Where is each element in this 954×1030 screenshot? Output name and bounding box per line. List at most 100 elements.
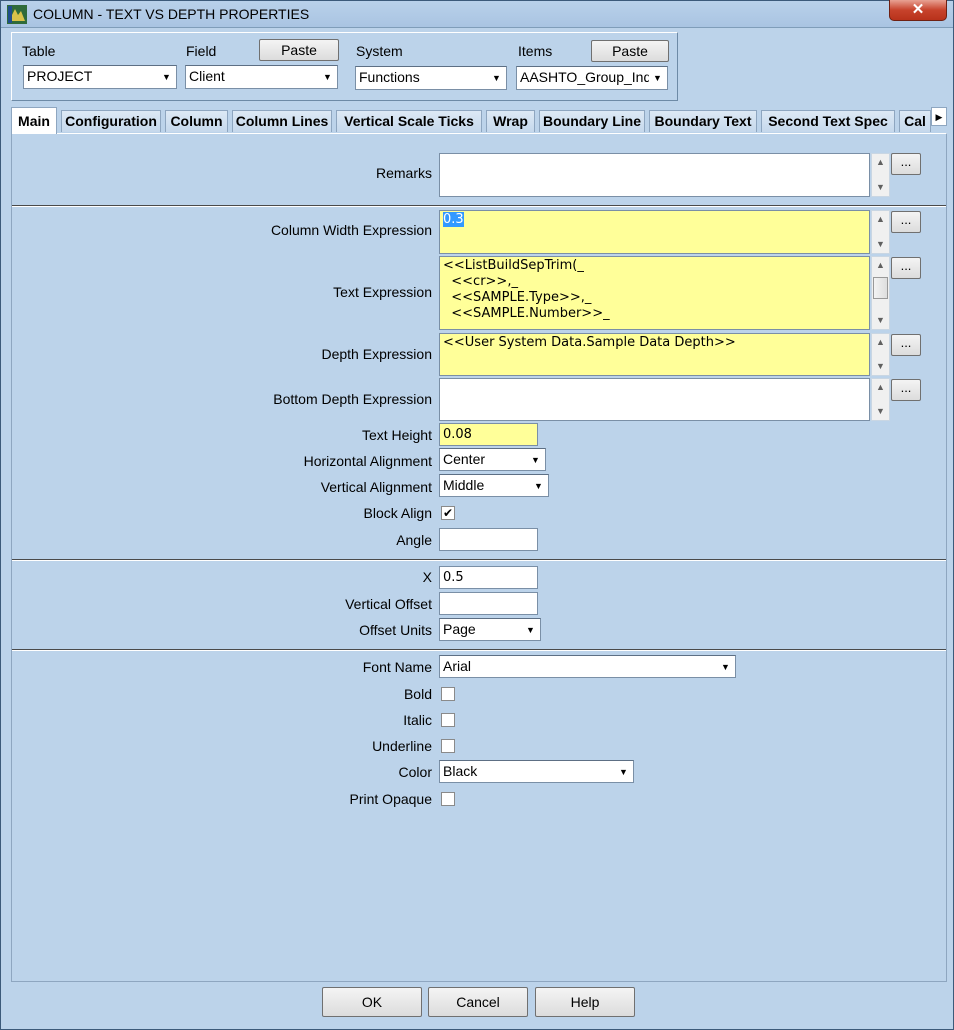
- field-select[interactable]: Client ▼: [185, 65, 338, 89]
- tab-boundary-text[interactable]: Boundary Text: [649, 110, 757, 132]
- field-select-value: Client: [189, 68, 225, 84]
- remarks-browse-button[interactable]: ...: [891, 153, 921, 175]
- column-width-value: 0.3: [443, 212, 464, 227]
- chevron-down-icon[interactable]: ▼: [649, 68, 666, 88]
- tab-column-lines[interactable]: Column Lines: [232, 110, 332, 132]
- bottom-depth-label: Bottom Depth Expression: [273, 391, 432, 407]
- horizontal-alignment-select[interactable]: Center ▼: [439, 448, 546, 471]
- text-height-field[interactable]: 0.08: [439, 423, 538, 446]
- vertical-alignment-value: Middle: [443, 477, 485, 493]
- bottom-depth-field[interactable]: [439, 378, 870, 421]
- dialog-body: Table PROJECT ▼ Field Paste Client ▼ Sys…: [9, 31, 947, 1021]
- bottom-depth-browse-button[interactable]: ...: [891, 379, 921, 401]
- vertical-offset-field[interactable]: [439, 592, 538, 615]
- items-select[interactable]: AASHTO_Group_Inde ▼: [516, 66, 668, 90]
- system-select-value: Functions: [359, 69, 420, 85]
- chevron-down-icon[interactable]: ▼: [488, 68, 505, 88]
- depth-expression-scrollbar[interactable]: ▲ ▼: [871, 333, 890, 376]
- tab-main[interactable]: Main: [11, 107, 57, 134]
- column-width-browse-button[interactable]: ...: [891, 211, 921, 233]
- bottom-depth-scrollbar[interactable]: ▲ ▼: [871, 378, 890, 421]
- depth-expression-browse-button[interactable]: ...: [891, 334, 921, 356]
- color-value: Black: [443, 763, 478, 779]
- tab-scroll-right-icon[interactable]: ▶: [931, 107, 947, 126]
- scroll-up-icon[interactable]: ▲: [872, 154, 889, 171]
- vertical-alignment-select[interactable]: Middle ▼: [439, 474, 549, 497]
- ok-button[interactable]: OK: [322, 987, 422, 1017]
- remarks-scrollbar[interactable]: ▲ ▼: [871, 153, 890, 197]
- divider: [12, 559, 946, 561]
- tab-column[interactable]: Column: [165, 110, 228, 132]
- x-label: X: [422, 569, 432, 585]
- scroll-up-icon[interactable]: ▲: [872, 379, 889, 396]
- color-select[interactable]: Black ▼: [439, 760, 634, 783]
- color-label: Color: [398, 764, 432, 780]
- tab-boundary-line[interactable]: Boundary Line: [539, 110, 645, 132]
- print-opaque-checkbox[interactable]: [441, 792, 455, 806]
- tab-configuration[interactable]: Configuration: [61, 110, 161, 132]
- text-height-label: Text Height: [361, 427, 432, 443]
- chevron-down-icon[interactable]: ▼: [158, 67, 175, 87]
- underline-checkbox[interactable]: [441, 739, 455, 753]
- divider: [12, 205, 946, 207]
- chevron-down-icon[interactable]: ▼: [319, 67, 336, 87]
- block-align-checkbox[interactable]: ✔: [441, 506, 455, 520]
- chevron-down-icon[interactable]: ▼: [522, 620, 539, 639]
- scroll-up-icon[interactable]: ▲: [872, 334, 889, 351]
- underline-label: Underline: [372, 738, 432, 754]
- scroll-down-icon[interactable]: ▼: [872, 403, 889, 420]
- system-label: System: [356, 43, 403, 59]
- remarks-field[interactable]: [439, 153, 870, 197]
- scroll-down-icon[interactable]: ▼: [872, 179, 889, 196]
- chevron-down-icon[interactable]: ▼: [615, 762, 632, 781]
- chevron-down-icon[interactable]: ▼: [717, 657, 734, 676]
- scroll-thumb[interactable]: [873, 277, 888, 299]
- bold-checkbox[interactable]: [441, 687, 455, 701]
- scroll-up-icon[interactable]: ▲: [872, 211, 889, 228]
- depth-expression-field[interactable]: <<User System Data.Sample Data Depth>>: [439, 333, 870, 376]
- text-expression-field[interactable]: <<ListBuildSepTrim(_ <<cr>>,_ <<SAMPLE.T…: [439, 256, 870, 330]
- app-icon: [7, 5, 27, 24]
- x-field[interactable]: 0.5: [439, 566, 538, 589]
- main-tab-panel: Remarks ▲ ▼ ... Column Width Expression …: [11, 133, 947, 982]
- offset-units-select[interactable]: Page ▼: [439, 618, 541, 641]
- text-expression-scrollbar[interactable]: ▲ ▼: [871, 256, 890, 330]
- vertical-alignment-label: Vertical Alignment: [320, 479, 432, 495]
- scroll-down-icon[interactable]: ▼: [872, 358, 889, 375]
- text-expression-label: Text Expression: [333, 284, 432, 300]
- tab-second-text-spec[interactable]: Second Text Spec: [761, 110, 895, 132]
- cancel-button[interactable]: Cancel: [428, 987, 528, 1017]
- scroll-down-icon[interactable]: ▼: [872, 312, 889, 329]
- angle-field[interactable]: [439, 528, 538, 551]
- table-select[interactable]: PROJECT ▼: [23, 65, 177, 89]
- remarks-label: Remarks: [375, 165, 432, 181]
- font-name-select[interactable]: Arial ▼: [439, 655, 736, 678]
- scroll-down-icon[interactable]: ▼: [872, 236, 889, 253]
- bold-label: Bold: [403, 686, 432, 702]
- chevron-down-icon[interactable]: ▼: [527, 450, 544, 469]
- chevron-down-icon[interactable]: ▼: [530, 476, 547, 495]
- text-expression-browse-button[interactable]: ...: [891, 257, 921, 279]
- help-button[interactable]: Help: [535, 987, 635, 1017]
- close-button[interactable]: ✕: [889, 0, 947, 21]
- italic-label: Italic: [403, 712, 432, 728]
- print-opaque-label: Print Opaque: [349, 791, 433, 807]
- tab-cal[interactable]: Cal: [899, 110, 931, 132]
- column-width-field[interactable]: 0.3: [439, 210, 870, 254]
- field-label: Field: [186, 43, 217, 59]
- tab-strip: Main Configuration Column Column Lines V…: [11, 107, 947, 134]
- tab-wrap[interactable]: Wrap: [486, 110, 535, 132]
- column-width-scrollbar[interactable]: ▲ ▼: [871, 210, 890, 254]
- tab-vertical-scale-ticks[interactable]: Vertical Scale Ticks: [336, 110, 482, 132]
- column-width-label: Column Width Expression: [270, 222, 432, 238]
- table-select-value: PROJECT: [27, 68, 93, 84]
- scroll-up-icon[interactable]: ▲: [872, 257, 889, 274]
- field-paste-button[interactable]: Paste: [259, 39, 339, 61]
- block-align-label: Block Align: [363, 505, 432, 521]
- italic-checkbox[interactable]: [441, 713, 455, 727]
- horizontal-alignment-label: Horizontal Alignment: [303, 453, 432, 469]
- offset-units-value: Page: [443, 621, 476, 637]
- title-bar[interactable]: COLUMN - TEXT VS DEPTH PROPERTIES ✕: [1, 0, 953, 28]
- system-select[interactable]: Functions ▼: [355, 66, 507, 90]
- items-paste-button[interactable]: Paste: [591, 40, 669, 62]
